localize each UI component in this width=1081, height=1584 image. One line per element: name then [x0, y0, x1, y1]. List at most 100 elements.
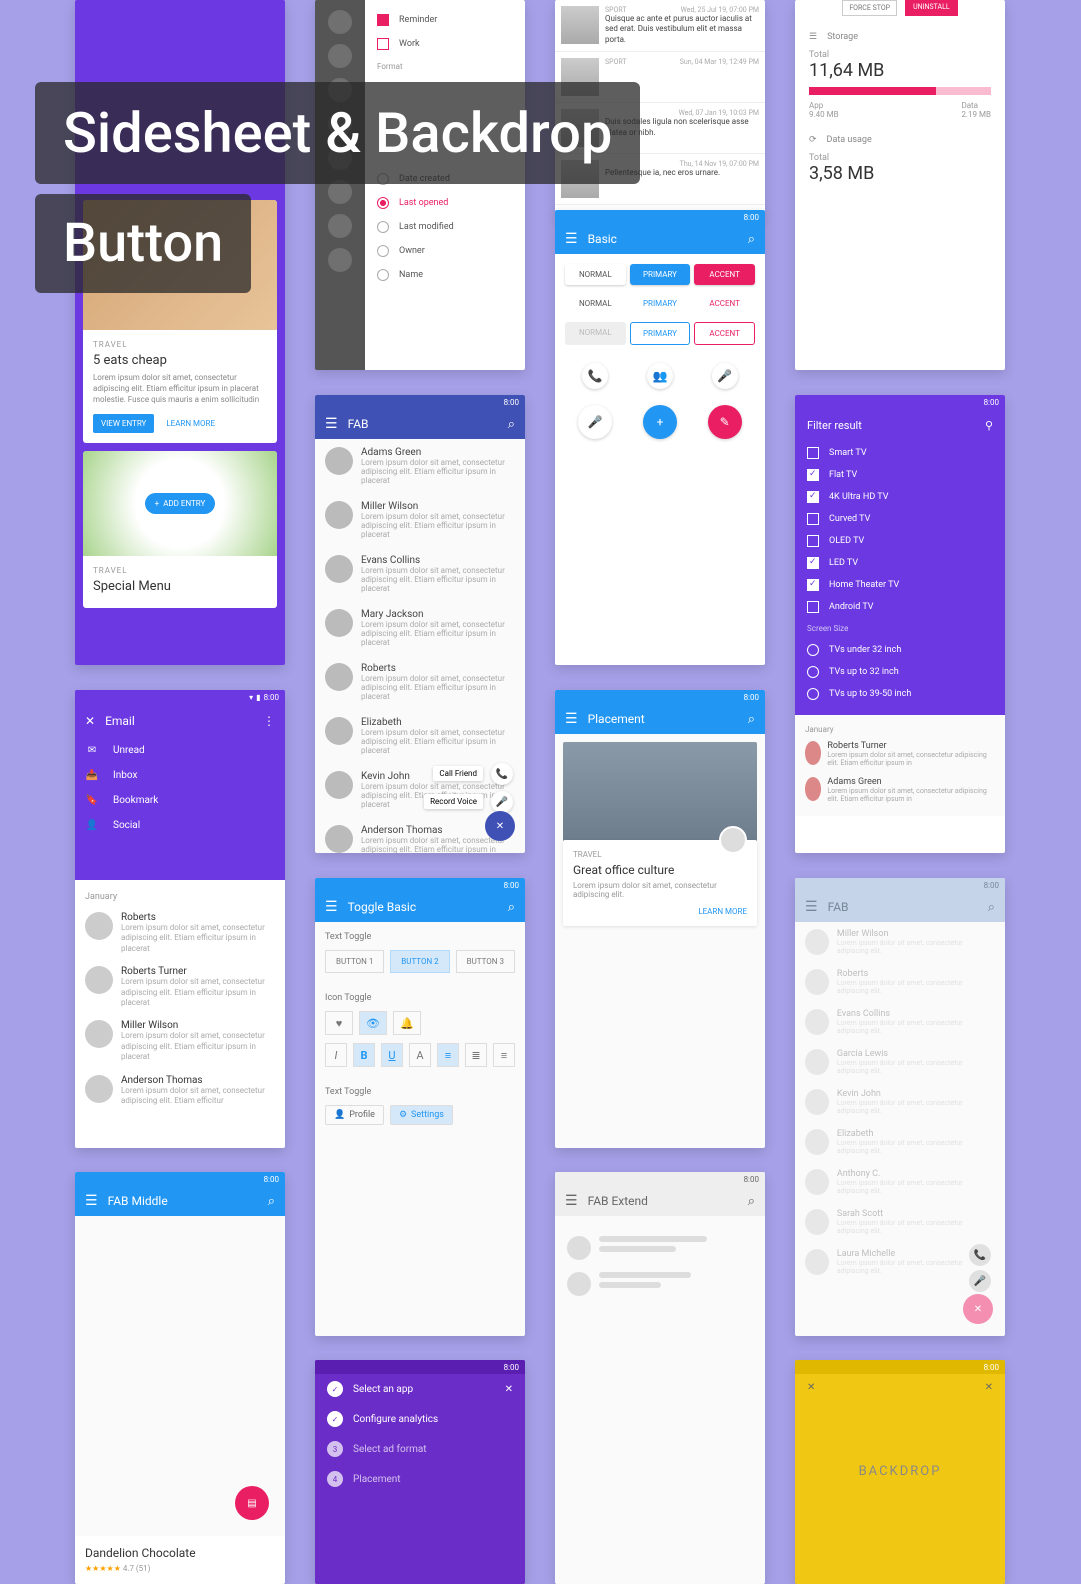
- edit-fab[interactable]: ✎: [708, 405, 742, 439]
- menu-icon[interactable]: ☰: [809, 32, 817, 42]
- menu-icon[interactable]: ☰: [565, 1193, 578, 1209]
- filter-checkbox-item[interactable]: LED TV: [807, 552, 993, 574]
- italic-icon[interactable]: I: [325, 1043, 347, 1067]
- normal-button[interactable]: NORMAL: [565, 264, 626, 285]
- stepper-step[interactable]: ✓Configure analytics: [315, 1404, 525, 1434]
- underline-icon[interactable]: U: [381, 1043, 403, 1067]
- fab-button[interactable]: ▤: [235, 1486, 269, 1520]
- toggle-button-3[interactable]: BUTTON 3: [456, 950, 515, 973]
- contact-row[interactable]: Evans CollinsLorem ipsum dolor sit amet,…: [795, 1002, 1005, 1042]
- contact-row[interactable]: ElizabethLorem ipsum dolor sit amet, con…: [315, 709, 525, 763]
- filter-radio-item[interactable]: TVs under 32 inch: [807, 639, 993, 661]
- accent-button[interactable]: ACCENT: [694, 264, 755, 285]
- normal-flat-button[interactable]: NORMAL: [565, 293, 626, 314]
- search-icon[interactable]: ⌕: [508, 900, 515, 915]
- contact-row[interactable]: ElizabethLorem ipsum dolor sit amet, con…: [795, 1122, 1005, 1162]
- mic-mini-fab[interactable]: 🎤: [969, 1270, 991, 1292]
- learn-more-button[interactable]: LEARN MORE: [160, 414, 221, 433]
- filter-checkbox-item[interactable]: OLED TV: [807, 530, 993, 552]
- bold-icon[interactable]: B: [353, 1043, 375, 1067]
- filter-checkbox-item[interactable]: Flat TV: [807, 464, 993, 486]
- add-fab[interactable]: +: [643, 405, 677, 439]
- add-entry-button[interactable]: +ADD ENTRY: [145, 493, 216, 514]
- sort-option[interactable]: Owner: [365, 239, 525, 263]
- primary-flat-button[interactable]: PRIMARY: [630, 293, 691, 314]
- accent-outline-button[interactable]: ACCENT: [694, 322, 755, 345]
- view-entry-button[interactable]: VIEW ENTRY: [93, 414, 154, 433]
- contact-row[interactable]: Miller WilsonLorem ipsum dolor sit amet,…: [75, 1014, 285, 1068]
- stepper-step[interactable]: 4Placement: [315, 1464, 525, 1494]
- drawer-item-inbox[interactable]: 📥Inbox: [75, 763, 285, 788]
- contact-row[interactable]: Roberts TurnerLorem ipsum dolor sit amet…: [75, 960, 285, 1014]
- menu-icon[interactable]: ☰: [565, 231, 578, 247]
- filter-checkbox-item[interactable]: Curved TV: [807, 508, 993, 530]
- option-reminder[interactable]: Reminder: [365, 8, 525, 32]
- text-color-icon[interactable]: A: [409, 1043, 431, 1067]
- favorite-icon[interactable]: ♥: [325, 1011, 353, 1035]
- align-left-icon[interactable]: ≡: [437, 1043, 459, 1067]
- search-icon[interactable]: ⌕: [988, 900, 995, 915]
- toggle-button-1[interactable]: BUTTON 1: [325, 950, 384, 973]
- contact-row[interactable]: Mary JacksonLorem ipsum dolor sit amet, …: [315, 601, 525, 655]
- learn-more-button[interactable]: LEARN MORE: [573, 907, 747, 916]
- uninstall-button[interactable]: UNINSTALL: [905, 0, 958, 16]
- contact-row[interactable]: Sarah ScottLorem ipsum dolor sit amet, c…: [795, 1202, 1005, 1242]
- contact-row[interactable]: Adams GreenLorem ipsum dolor sit amet, c…: [795, 772, 1005, 808]
- stepper-step[interactable]: 3Select ad format: [315, 1434, 525, 1464]
- mic-fab-large[interactable]: 🎤: [578, 405, 612, 439]
- fab-close-button[interactable]: ✕: [485, 811, 515, 841]
- menu-icon[interactable]: ☰: [325, 899, 338, 915]
- fab-close-button[interactable]: ✕: [963, 1294, 993, 1324]
- filter-radio-item[interactable]: TVs up to 39-50 inch: [807, 683, 993, 705]
- news-item[interactable]: SPORTWed, 25 Jul 19, 07:00 PMQuisque ac …: [555, 0, 765, 52]
- contact-row[interactable]: Miller WilsonLorem ipsum dolor sit amet,…: [795, 922, 1005, 962]
- option-work[interactable]: Work: [365, 32, 525, 56]
- align-right-icon[interactable]: ≡: [493, 1043, 515, 1067]
- refresh-icon[interactable]: ⟳: [809, 135, 817, 145]
- accent-flat-button[interactable]: ACCENT: [694, 293, 755, 314]
- settings-chip[interactable]: ⚙ Settings: [390, 1105, 453, 1125]
- contact-row[interactable]: Anthony C.Lorem ipsum dolor sit amet, co…: [795, 1162, 1005, 1202]
- contact-row[interactable]: RobertsLorem ipsum dolor sit amet, conse…: [75, 906, 285, 960]
- filter-checkbox-item[interactable]: Smart TV: [807, 442, 993, 464]
- contact-row[interactable]: Evans CollinsLorem ipsum dolor sit amet,…: [315, 547, 525, 601]
- drawer-item-bookmark[interactable]: 🔖Bookmark: [75, 788, 285, 813]
- contact-row[interactable]: Garcia LewisLorem ipsum dolor sit amet, …: [795, 1042, 1005, 1082]
- call-friend-chip[interactable]: Call Friend: [433, 766, 483, 781]
- sort-option[interactable]: Last modified: [365, 215, 525, 239]
- toggle-button-2[interactable]: BUTTON 2: [390, 950, 449, 973]
- menu-icon[interactable]: ☰: [565, 711, 578, 727]
- close-icon[interactable]: ✕: [807, 1382, 815, 1393]
- mic-icon[interactable]: 🎤: [491, 791, 513, 813]
- more-icon[interactable]: ⋮: [263, 714, 275, 728]
- filter-checkbox-item[interactable]: 4K Ultra HD TV: [807, 486, 993, 508]
- profile-chip[interactable]: 👤 Profile: [325, 1105, 384, 1125]
- filter-radio-item[interactable]: TVs up to 32 inch: [807, 661, 993, 683]
- contact-row[interactable]: Kevin JohnLorem ipsum dolor sit amet, co…: [795, 1082, 1005, 1122]
- mic-fab[interactable]: 🎤: [712, 363, 738, 389]
- drawer-item-social[interactable]: 👤Social: [75, 813, 285, 838]
- drawer-item-unread[interactable]: ✉Unread: [75, 738, 285, 763]
- filter-checkbox-item[interactable]: Android TV: [807, 596, 993, 618]
- contact-row[interactable]: RobertsLorem ipsum dolor sit amet, conse…: [795, 962, 1005, 1002]
- record-voice-chip[interactable]: Record Voice: [424, 794, 483, 809]
- close-icon[interactable]: ✕: [505, 1384, 513, 1395]
- close-icon-2[interactable]: ✕: [985, 1382, 993, 1393]
- sort-option[interactable]: Last opened: [365, 191, 525, 215]
- search-icon[interactable]: ⌕: [508, 417, 515, 432]
- contact-row[interactable]: Miller WilsonLorem ipsum dolor sit amet,…: [315, 493, 525, 547]
- contact-row[interactable]: Adams GreenLorem ipsum dolor sit amet, c…: [315, 439, 525, 493]
- primary-outline-button[interactable]: PRIMARY: [630, 322, 691, 345]
- menu-icon[interactable]: ☰: [325, 416, 338, 432]
- people-fab[interactable]: 👥: [647, 363, 673, 389]
- sort-option[interactable]: Name: [365, 263, 525, 287]
- stepper-step[interactable]: ✓Select an app✕: [315, 1374, 525, 1404]
- menu-icon[interactable]: ☰: [805, 899, 818, 915]
- call-icon[interactable]: 📞: [491, 763, 513, 785]
- contact-row[interactable]: Roberts TurnerLorem ipsum dolor sit amet…: [795, 736, 1005, 772]
- filter-checkbox-item[interactable]: Home Theater TV: [807, 574, 993, 596]
- bell-icon[interactable]: 🔔: [393, 1011, 421, 1035]
- primary-button[interactable]: PRIMARY: [630, 264, 691, 285]
- force-stop-button[interactable]: FORCE STOP: [842, 0, 897, 16]
- search-icon[interactable]: ⌕: [748, 712, 755, 727]
